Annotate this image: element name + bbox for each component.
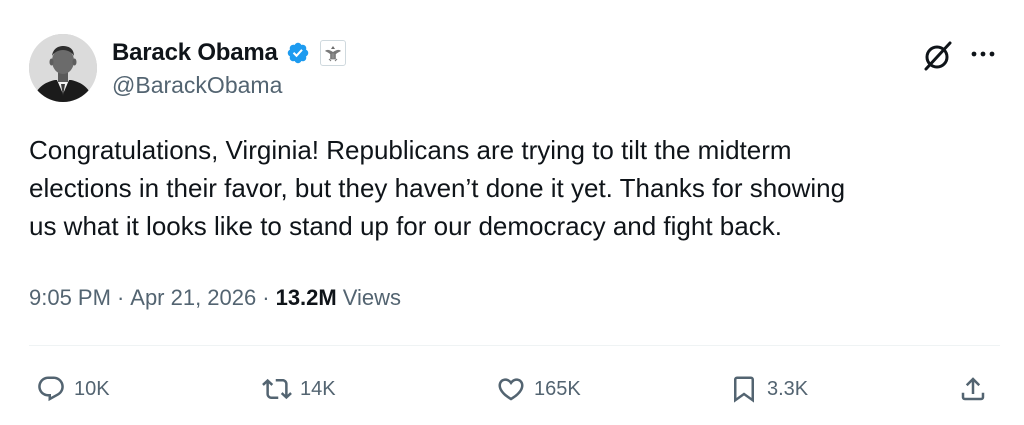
meta-separator: · (116, 285, 125, 310)
divider (29, 345, 1000, 346)
views-label: Views (342, 285, 402, 310)
like-count: 165K (534, 377, 581, 400)
avatar[interactable] (29, 34, 97, 102)
bookmark-button[interactable]: 3.3K (729, 367, 808, 411)
reply-count: 10K (74, 377, 110, 400)
more-options-icon[interactable] (968, 44, 998, 64)
author-display-name[interactable]: Barack Obama (112, 39, 278, 67)
author-name-row: Barack Obama (112, 37, 346, 69)
tweet-date[interactable]: Apr 21, 2026 (130, 285, 256, 311)
share-icon (961, 377, 985, 401)
repost-icon (262, 378, 292, 400)
grok-icon[interactable] (920, 38, 956, 74)
repost-count: 14K (300, 377, 336, 400)
tweet-meta: 9:05 PM · Apr 21, 2026 · 13.2M Views (29, 285, 401, 311)
tweet-card: Barack Obama @BarackObama Congratulation… (0, 0, 1024, 425)
tweet-time[interactable]: 9:05 PM (29, 285, 111, 311)
verified-badge-icon[interactable] (286, 41, 310, 65)
avatar-photo (29, 34, 97, 102)
bookmark-count: 3.3K (767, 377, 809, 400)
reply-button[interactable]: 10K (36, 367, 110, 411)
author-handle[interactable]: @BarackObama (112, 72, 282, 99)
government-affiliation-badge[interactable] (319, 40, 346, 66)
us-government-seal-icon (324, 46, 341, 62)
share-button[interactable] (958, 367, 988, 411)
views-count[interactable]: 13.2M (276, 285, 337, 311)
meta-separator: · (262, 285, 270, 310)
like-button[interactable]: 165K (496, 367, 581, 411)
bookmark-icon (734, 376, 754, 403)
repost-button[interactable]: 14K (262, 367, 336, 411)
tweet-text: Congratulations, Virginia! Republicans a… (29, 135, 846, 241)
reply-icon (38, 376, 64, 402)
action-bar: 10K 14K 165K 3.3K (0, 367, 1024, 411)
heart-icon (498, 378, 524, 401)
